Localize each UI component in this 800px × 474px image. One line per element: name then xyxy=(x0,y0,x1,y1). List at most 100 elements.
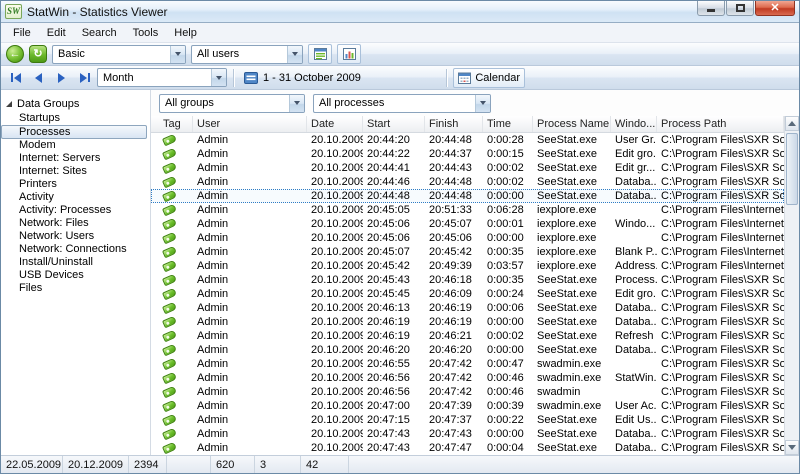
sidebar-item-files[interactable]: Files xyxy=(1,282,150,295)
table-row[interactable]: Admin20.10.200920:47:4320:47:470:00:04Se… xyxy=(151,441,784,455)
sidebar-item-network-connections[interactable]: Network: Connections xyxy=(1,243,150,256)
scroll-down-button[interactable] xyxy=(785,440,799,455)
cell-finish: 20:44:48 xyxy=(425,189,483,203)
menu-item-edit[interactable]: Edit xyxy=(39,24,74,42)
chart-view-button[interactable] xyxy=(337,44,361,64)
cell-process-name: swadmin.exe xyxy=(533,357,611,371)
column-header-windo[interactable]: Windo... xyxy=(611,116,657,132)
sidebar-item-activity[interactable]: Activity xyxy=(1,191,150,204)
table-row[interactable]: Admin20.10.200920:44:4820:44:480:00:00Se… xyxy=(151,189,784,203)
table-row[interactable]: Admin20.10.200920:45:0520:51:330:06:28ie… xyxy=(151,203,784,217)
processes-filter-value: All processes xyxy=(314,97,475,109)
cell-process-path: C:\Program Files\Internet Ex... xyxy=(657,203,784,217)
menu-item-help[interactable]: Help xyxy=(166,24,205,42)
next-period-button[interactable] xyxy=(51,68,72,88)
sidebar-item-network-users[interactable]: Network: Users xyxy=(1,230,150,243)
scrollbar-thumb[interactable] xyxy=(786,133,798,205)
maximize-button[interactable] xyxy=(726,1,754,16)
sidebar-root-data-groups[interactable]: Data Groups xyxy=(1,96,150,111)
sidebar-item-install-uninstall[interactable]: Install/Uninstall xyxy=(1,256,150,269)
table-row[interactable]: Admin20.10.200920:45:0620:45:060:00:00ie… xyxy=(151,231,784,245)
window-title: StatWin - Statistics Viewer xyxy=(27,5,167,19)
column-header-date[interactable]: Date xyxy=(307,116,363,132)
table-row[interactable]: Admin20.10.200920:46:5620:47:420:00:46sw… xyxy=(151,385,784,399)
table-row[interactable]: Admin20.10.200920:45:0620:45:070:00:01ie… xyxy=(151,217,784,231)
table-row[interactable]: Admin20.10.200920:46:1320:46:190:00:06Se… xyxy=(151,301,784,315)
column-header-process-path[interactable]: Process Path xyxy=(657,116,784,132)
sidebar-item-usb-devices[interactable]: USB Devices xyxy=(1,269,150,282)
cell-finish: 20:46:18 xyxy=(425,273,483,287)
sidebar-item-startups[interactable]: Startups xyxy=(1,112,150,125)
cell-process-name: swadmin xyxy=(533,385,611,399)
menu-item-search[interactable]: Search xyxy=(74,24,125,42)
cell-date: 20.10.2009 xyxy=(307,399,363,413)
table-row[interactable]: Admin20.10.200920:46:5620:47:420:00:46sw… xyxy=(151,371,784,385)
refresh-button[interactable]: ↻ xyxy=(29,45,47,63)
table-row[interactable]: Admin20.10.200920:44:4620:44:480:00:02Se… xyxy=(151,175,784,189)
back-button[interactable]: ← xyxy=(6,45,24,63)
period-dropdown[interactable]: Month xyxy=(97,68,227,87)
cell-finish: 20:47:42 xyxy=(425,371,483,385)
table-row[interactable]: Admin20.10.200920:46:1920:46:210:00:02Se… xyxy=(151,329,784,343)
calendar-icon xyxy=(458,72,471,84)
table-row[interactable]: Admin20.10.200920:46:5520:47:420:00:47sw… xyxy=(151,357,784,371)
filter-bar: All groups All processes xyxy=(151,90,799,116)
groups-filter-dropdown[interactable]: All groups xyxy=(159,94,305,113)
sidebar-item-network-files[interactable]: Network: Files xyxy=(1,217,150,230)
last-period-button[interactable] xyxy=(74,68,95,88)
arrow-up-icon xyxy=(788,121,796,126)
sidebar-item-activity-processes[interactable]: Activity: Processes xyxy=(1,204,150,217)
processes-filter-dropdown[interactable]: All processes xyxy=(313,94,491,113)
column-header-start[interactable]: Start xyxy=(363,116,425,132)
previous-period-button[interactable] xyxy=(28,68,49,88)
column-header-user[interactable]: User xyxy=(193,116,307,132)
sidebar-item-modem[interactable]: Modem xyxy=(1,139,150,152)
sidebar-item-processes[interactable]: Processes xyxy=(1,125,147,139)
cell-date: 20.10.2009 xyxy=(307,259,363,273)
tag-icon xyxy=(162,162,177,175)
table-row[interactable]: Admin20.10.200920:46:2020:46:200:00:00Se… xyxy=(151,343,784,357)
table-row[interactable]: Admin20.10.200920:45:4320:46:180:00:35Se… xyxy=(151,273,784,287)
menu-item-file[interactable]: File xyxy=(5,24,39,42)
table-row[interactable]: Admin20.10.200920:44:2020:44:480:00:28Se… xyxy=(151,133,784,147)
table-row[interactable]: Admin20.10.200920:47:1520:47:370:00:22Se… xyxy=(151,413,784,427)
scrollbar-track[interactable] xyxy=(785,131,799,440)
close-button[interactable]: ✕ xyxy=(755,1,795,16)
sidebar-item-printers[interactable]: Printers xyxy=(1,178,150,191)
sidebar-item-internet-servers[interactable]: Internet: Servers xyxy=(1,152,150,165)
table-row[interactable]: Admin20.10.200920:47:4320:47:430:00:00Se… xyxy=(151,427,784,441)
table-row[interactable]: Admin20.10.200920:44:2220:44:370:00:15Se… xyxy=(151,147,784,161)
vertical-scrollbar[interactable] xyxy=(784,116,799,455)
scroll-up-button[interactable] xyxy=(785,116,799,131)
table-row[interactable]: Admin20.10.200920:45:4520:46:090:00:24Se… xyxy=(151,287,784,301)
column-header-finish[interactable]: Finish xyxy=(425,116,483,132)
status-bar: 22.05.200920.12.20092394620342 xyxy=(1,455,799,473)
first-period-button[interactable] xyxy=(5,68,26,88)
tag-icon xyxy=(162,232,177,245)
users-dropdown[interactable]: All users xyxy=(191,45,303,64)
table-row[interactable]: Admin20.10.200920:45:0720:45:420:00:35ie… xyxy=(151,245,784,259)
column-header-process-name[interactable]: Process Name xyxy=(533,116,611,132)
table-row[interactable]: Admin20.10.200920:44:4120:44:430:00:02Se… xyxy=(151,161,784,175)
column-header-time[interactable]: Time xyxy=(483,116,533,132)
menu-item-tools[interactable]: Tools xyxy=(125,24,167,42)
cell-window: Process... xyxy=(611,273,657,287)
table-row[interactable]: Admin20.10.200920:46:1920:46:190:00:00Se… xyxy=(151,315,784,329)
cell-start: 20:46:55 xyxy=(363,357,425,371)
profile-dropdown[interactable]: Basic xyxy=(52,45,186,64)
refresh-icon: ↻ xyxy=(33,49,42,60)
cell-user: Admin xyxy=(193,259,307,273)
users-dropdown-value: All users xyxy=(192,48,287,60)
title-bar[interactable]: SW StatWin - Statistics Viewer ✕ xyxy=(1,1,799,23)
table-row[interactable]: Admin20.10.200920:45:4220:49:390:03:57ie… xyxy=(151,259,784,273)
minimize-button[interactable] xyxy=(697,1,725,16)
column-header-tag[interactable]: Tag xyxy=(151,116,193,132)
table-row[interactable]: Admin20.10.200920:47:0020:47:390:00:39sw… xyxy=(151,399,784,413)
cell-time: 0:00:00 xyxy=(483,231,533,245)
table-view-button[interactable] xyxy=(308,44,332,64)
cell-tag xyxy=(151,441,193,455)
cell-date: 20.10.2009 xyxy=(307,203,363,217)
cell-date: 20.10.2009 xyxy=(307,343,363,357)
calendar-button[interactable]: Calendar xyxy=(453,68,525,88)
sidebar-item-internet-sites[interactable]: Internet: Sites xyxy=(1,165,150,178)
